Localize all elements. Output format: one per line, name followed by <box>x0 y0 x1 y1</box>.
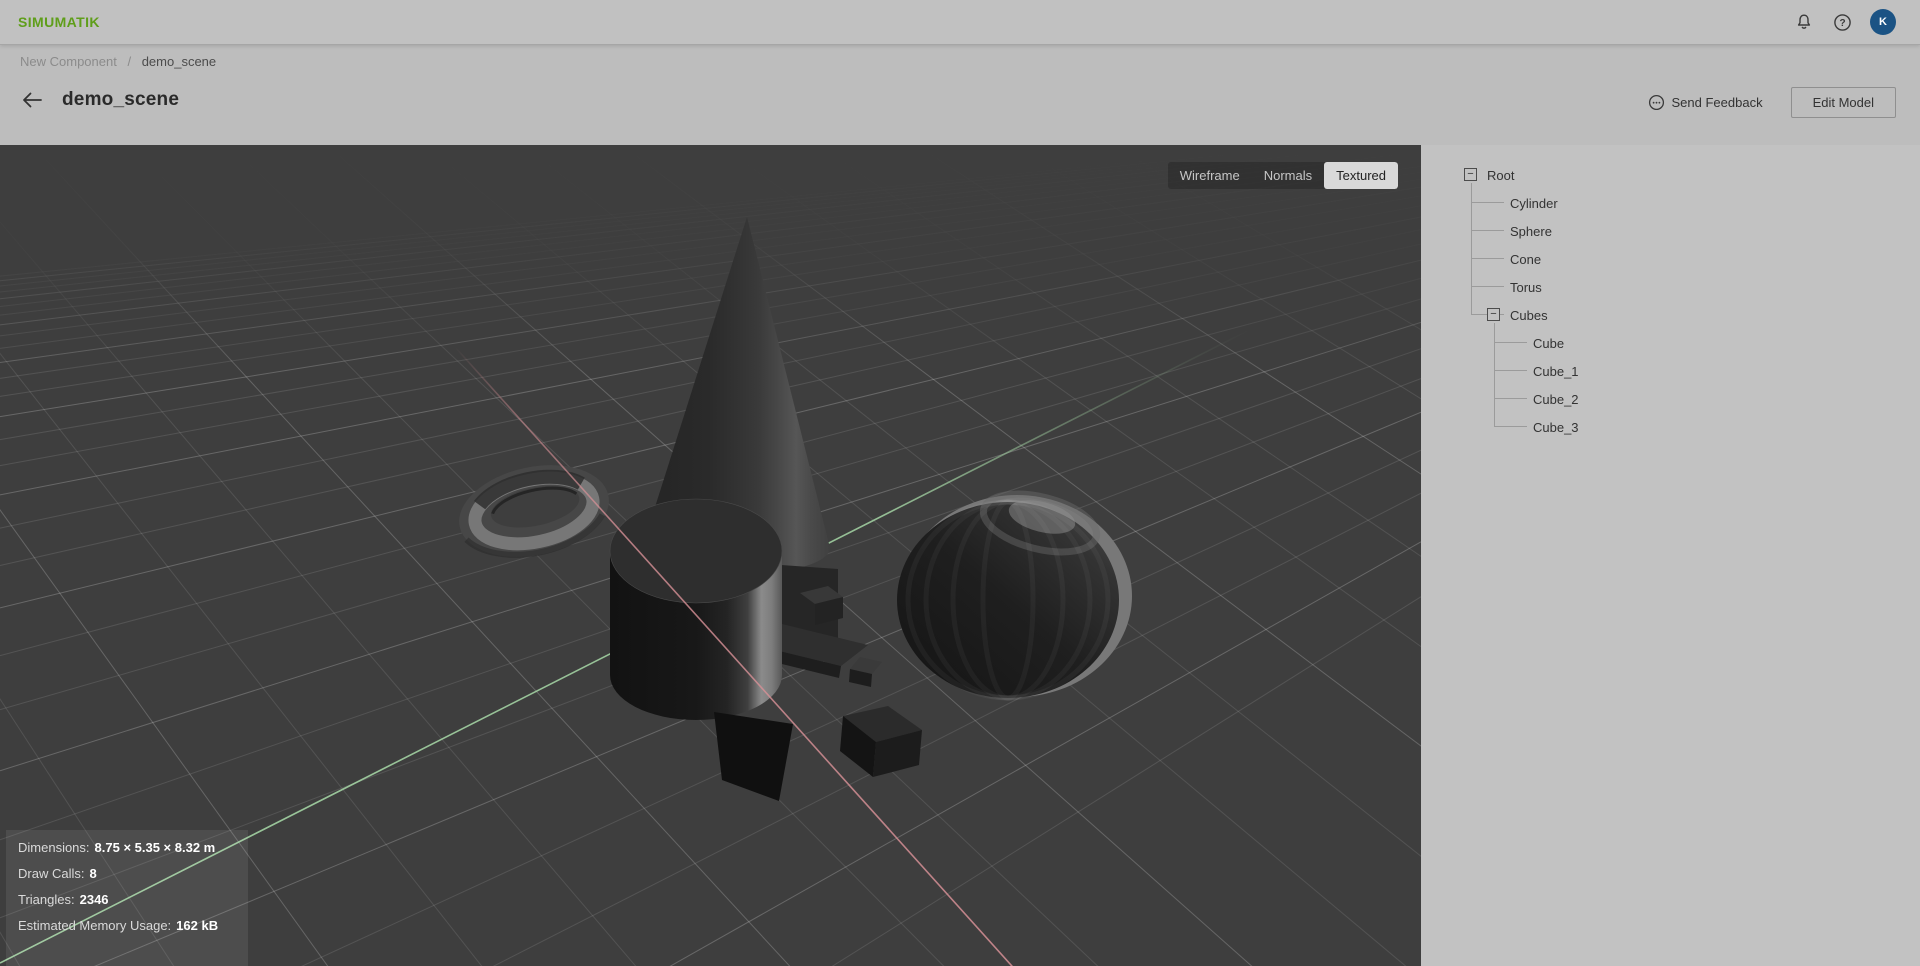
tree-item-cubes[interactable]: − Cubes <box>1443 301 1920 329</box>
app-logo[interactable]: SIMUMATIK <box>18 14 100 30</box>
tree-item-cube[interactable]: Cube <box>1443 329 1920 357</box>
send-feedback-button[interactable]: Send Feedback <box>1648 94 1763 111</box>
scene-tree-panel: − Root Cylinder Sphere Cone Torus − Cubes Cube Cu… <box>1421 145 1920 966</box>
tree-connector <box>1471 202 1504 203</box>
back-arrow-icon[interactable] <box>20 90 46 110</box>
tree-connector <box>1471 286 1504 287</box>
tree-item-torus[interactable]: Torus <box>1443 273 1920 301</box>
tree-item-label: Torus <box>1510 279 1542 295</box>
tree-connector <box>1494 342 1527 343</box>
tree-connector <box>1494 323 1495 427</box>
collapse-icon[interactable]: − <box>1487 308 1500 321</box>
chat-bubble-icon <box>1648 94 1664 111</box>
breadcrumb-parent[interactable]: New Component <box>20 54 117 69</box>
breadcrumb-current: demo_scene <box>141 54 217 69</box>
app-window: SIMUMATIK ? K New Component / demo_scene <box>0 0 1920 966</box>
tree-item-cone[interactable]: Cone <box>1443 245 1920 273</box>
mode-wireframe[interactable]: Wireframe <box>1168 162 1252 189</box>
tree-item-label: Root <box>1487 167 1515 183</box>
tree-item-cube_2[interactable]: Cube_2 <box>1443 385 1920 413</box>
stat-dimensions: Dimensions: 8.75 × 5.35 × 8.32 m <box>18 840 216 855</box>
cylinder-shape[interactable] <box>609 498 783 720</box>
tree-item-label: Sphere <box>1510 223 1552 239</box>
notifications-bell-icon[interactable] <box>1794 12 1814 32</box>
tree-item-label: Cube_1 <box>1533 363 1579 379</box>
viewport-3d[interactable]: Wireframe Normals Textured Dimensions: 8.… <box>0 145 1421 966</box>
page-header: New Component / demo_scene demo_scene Se… <box>0 45 1920 145</box>
tree-item-cylinder[interactable]: Cylinder <box>1443 189 1920 217</box>
send-feedback-label: Send Feedback <box>1671 95 1763 110</box>
breadcrumb: New Component / demo_scene <box>20 54 1896 69</box>
top-bar-actions: ? K <box>1794 9 1896 35</box>
scene-tree: − Root Cylinder Sphere Cone Torus − Cubes Cube Cu… <box>1443 161 1920 441</box>
tree-item-label: Cone <box>1510 251 1542 267</box>
user-avatar[interactable]: K <box>1870 9 1896 35</box>
tree-connector <box>1494 398 1527 399</box>
tree-connector <box>1471 183 1472 315</box>
help-icon[interactable]: ? <box>1832 12 1852 32</box>
tree-item-label: Cube_2 <box>1533 391 1579 407</box>
collapse-icon[interactable]: − <box>1464 168 1477 181</box>
tree-connector <box>1471 230 1504 231</box>
svg-text:?: ? <box>1839 18 1845 29</box>
breadcrumb-separator: / <box>127 54 132 69</box>
mode-textured[interactable]: Textured <box>1324 162 1398 189</box>
tree-connector <box>1471 258 1504 259</box>
tree-item-cube_1[interactable]: Cube_1 <box>1443 357 1920 385</box>
edit-model-button[interactable]: Edit Model <box>1790 87 1896 118</box>
stats-overlay: Dimensions: 8.75 × 5.35 × 8.32 m Draw Cal… <box>6 830 248 966</box>
stat-draw-calls: Draw Calls: 8 <box>18 866 97 881</box>
render-mode-toggle: Wireframe Normals Textured <box>1167 162 1398 189</box>
stat-triangles: Triangles: 2346 <box>18 892 109 907</box>
tree-connector <box>1494 426 1527 427</box>
mode-normals[interactable]: Normals <box>1252 162 1324 189</box>
tree-connector <box>1494 370 1527 371</box>
tree-item-sphere[interactable]: Sphere <box>1443 217 1920 245</box>
tree-item-label: Cube_3 <box>1533 419 1579 435</box>
top-bar: SIMUMATIK ? K <box>0 0 1920 45</box>
page-title: demo_scene <box>62 88 180 110</box>
tree-item-label: Cubes <box>1510 307 1548 323</box>
tree-item-label: Cube <box>1533 335 1565 351</box>
tree-item-root[interactable]: − Root <box>1443 161 1920 189</box>
stat-memory-usage: Estimated Memory Usage: 162 kB <box>18 918 219 933</box>
tree-item-cube_3[interactable]: Cube_3 <box>1443 413 1920 441</box>
tree-item-label: Cylinder <box>1510 195 1558 211</box>
